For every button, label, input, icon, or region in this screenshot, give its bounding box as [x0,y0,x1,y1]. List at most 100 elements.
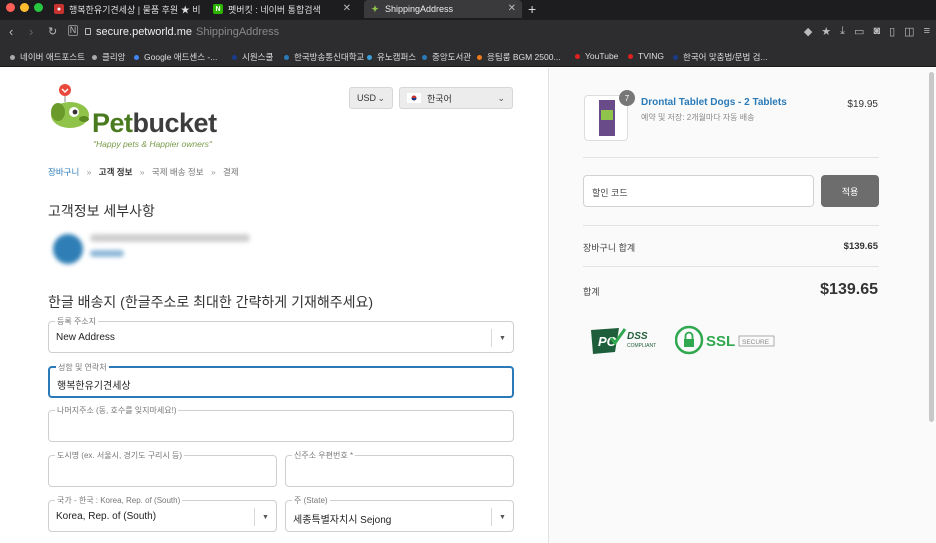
saved-address-select[interactable]: 등록 주소지 New Address ▼ [48,316,514,353]
field-label: 도시명 (ex. 서울시, 경기도 구리시 등) [55,450,185,461]
logo-tagline: "Happy pets & Happier owners" [93,139,212,149]
language-select[interactable]: 한국어 ⌄ [399,87,513,109]
name-contact-input[interactable]: 성함 및 연락처 행복한유기견세상 [48,362,514,398]
pci-dss-badge-icon: PCI DSS COMPLIANT [591,328,656,354]
field-label: 나머지주소 (동, 호수를 잊지마세요!) [55,405,179,416]
petbucket-logo[interactable]: Petbucket "Happy pets & Happier owners" [48,82,238,152]
zip-code-input[interactable]: 신주소 우편번호 * [285,450,514,487]
apply-discount-button[interactable]: 적용 [821,175,879,207]
url-field[interactable]: secure.petworld.me ShippingAddress [96,26,279,38]
new-tab-icon[interactable]: + [528,1,536,17]
discount-code-input[interactable]: 할인 코드 [583,175,814,207]
breadcrumb-separator: » [210,167,216,177]
tab-title: 행복한유기견세상 | 물품 후원 ★ 비 [69,4,201,15]
url-host: secure.petworld.me [96,26,192,38]
scrollbar[interactable] [929,72,934,422]
panel-icon[interactable]: ▯ [889,25,895,38]
subtotal-label: 장바구니 합계 [583,243,636,253]
bookmark-item[interactable]: Google 애드센스 -... [134,51,217,63]
back-icon[interactable]: ‹ [9,24,13,40]
bookmark-item[interactable]: 시원스쿨 [232,51,273,63]
state-select[interactable]: 주 (State) 세종특별자치시 Sejong ▼ [285,495,514,532]
menu-icon[interactable]: ≡ [924,25,930,38]
shield-icon[interactable]: ◆ [804,25,812,38]
bookmark-label: TVING [638,51,664,61]
bookmark-star-icon[interactable]: ★ [821,25,831,38]
forward-icon[interactable]: › [29,24,33,40]
discount-placeholder: 할인 코드 [592,188,628,198]
divider [583,225,879,226]
browser-tab-active[interactable]: ✦ ShippingAddress ✕ [364,0,522,18]
bookmark-item[interactable]: YouTube [575,51,618,61]
avatar [53,234,83,264]
city-input[interactable]: 도시명 (ex. 서울시, 경기도 구리시 등) [48,450,277,487]
close-tab-icon[interactable]: ✕ [343,3,351,14]
bookmark-item[interactable]: 응팀룸 BGM 2500... [477,51,561,63]
pci-compliant-text: COMPLIANT [627,343,656,349]
divider [583,157,879,158]
breadcrumb-cart[interactable]: 장바구니 [48,167,79,177]
address-bar: ‹ › ↻ N secure.petworld.me ShippingAddres… [0,20,936,45]
dropdown-arrow-icon: ▼ [254,508,276,526]
close-window-button[interactable] [6,3,15,12]
field-label: 신주소 우편번호 * [292,450,356,461]
reader-icon[interactable]: N [68,25,78,36]
address-detail-input[interactable]: 나머지주소 (동, 호수를 잊지마세요!) [48,405,514,442]
close-tab-icon[interactable]: ✕ [508,3,516,14]
bookmark-label: 한국방송통신대학교 [294,52,365,62]
camera-icon[interactable]: ▭ [854,25,864,38]
bookmark-icon [628,53,633,59]
bookmark-label: 중앙도서관 [432,52,472,62]
tab-title: ShippingAddress [385,4,454,14]
logo-wordmark: Petbucket [92,108,217,139]
country-select[interactable]: 국가 - 한국 : Korea, Rep. of (South) Korea, … [48,495,277,532]
logout-link-blurred[interactable] [90,250,124,257]
korea-flag-icon [407,93,421,103]
total-label: 합계 [583,287,600,297]
customer-info-heading: 고객정보 세부사항 [48,203,155,219]
product-subscription-note: 예약 및 저장: 2개월마다 자동 배송 [641,113,755,122]
bookmark-icon [10,54,15,60]
bookmark-label: YouTube [585,51,619,61]
shipping-heading: 한글 배송지 (한글주소로 최대한 간략하게 기재해주세요) [48,294,374,310]
field-label: 등록 주소지 [55,316,99,327]
reload-icon[interactable]: ↻ [48,24,57,40]
ssl-secure-badge-icon: SSL SECURE [675,325,775,355]
ssl-text: SSL [706,333,735,350]
tab-favicon-icon: ✦ [371,3,379,14]
browser-tab[interactable]: ● 행복한유기견세상 | 물품 후원 ★ 비 [48,0,206,18]
browser-tab[interactable]: N 펫버킷 : 네이버 통합검색 ✕ [207,0,357,18]
bookmark-item[interactable]: 네이버 애드포스트 [10,51,85,63]
screenshot-icon[interactable]: ◙ [873,25,880,38]
field-value: Korea, Rep. of (South) [56,511,157,522]
bookmark-item[interactable]: 중앙도서관 [422,51,471,63]
subtotal-value: $139.65 [843,241,878,252]
bookmark-item[interactable]: TVING [628,51,664,61]
chevron-down-icon: ⌄ [377,92,385,103]
field-value: New Address [56,332,115,343]
field-label: 주 (State) [292,495,330,506]
breadcrumb-shipping-info: 국제 배송 정보 [151,167,204,177]
maximize-window-button[interactable] [34,3,43,12]
language-value: 한국어 [427,93,452,104]
currency-select[interactable]: USD ⌄ [349,87,393,109]
field-value: 행복한유기견세상 [57,381,131,392]
bookmark-item[interactable]: 한국어 맞춤법/문법 검... [673,51,768,63]
tab-favicon-icon: ● [54,4,64,14]
download-icon[interactable]: ⤓ [840,25,845,38]
order-summary-panel: 7 Drontal Tablet Dogs - 2 Tablets 예약 및 저… [548,68,936,543]
minimize-window-button[interactable] [20,3,29,12]
product-box-label [601,110,613,120]
bookmark-item[interactable]: 클리앙 [92,51,125,63]
sidebar-icon[interactable]: ◫ [904,25,914,38]
bookmark-item[interactable]: 유노캠퍼스 [367,51,416,63]
bookmark-label: 유노캠퍼스 [377,52,417,62]
bookmark-icon [92,54,97,60]
breadcrumb-customer-info: 고객 정보 [98,167,133,177]
product-name[interactable]: Drontal Tablet Dogs - 2 Tablets [641,97,787,108]
bookmark-icon [134,54,139,60]
lock-icon [85,28,91,35]
divider [583,266,879,267]
product-price: $19.95 [847,99,878,110]
bookmark-item[interactable]: 한국방송통신대학교 [284,51,364,63]
